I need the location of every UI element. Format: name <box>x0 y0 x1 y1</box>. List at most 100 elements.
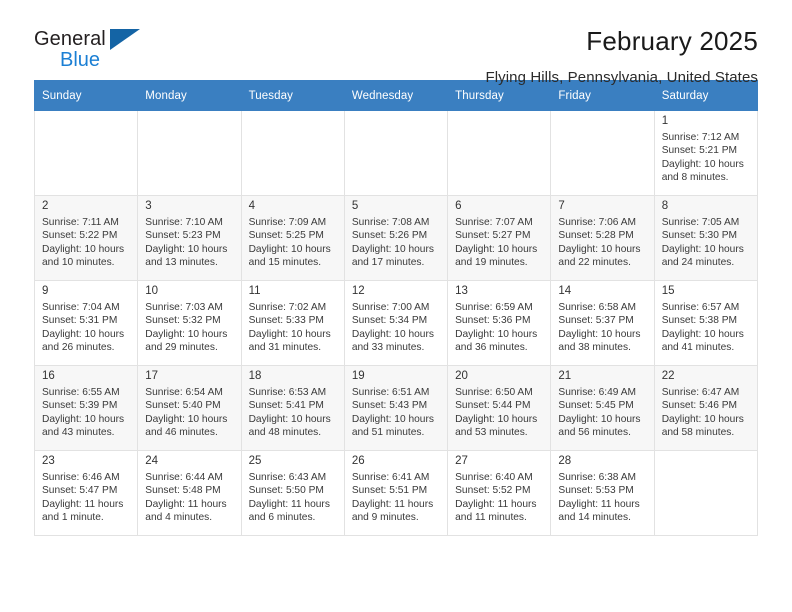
day-number: 4 <box>248 200 255 212</box>
daylight-text-line2: and 8 minutes. <box>661 172 729 184</box>
daylight-text-line1: Daylight: 10 hours <box>42 243 125 255</box>
sunset-text: Sunset: 5:23 PM <box>145 230 221 242</box>
day-details: Sunrise: 7:04 AM Sunset: 5:31 PM Daylight:… <box>35 301 137 355</box>
sunrise-text: Sunrise: 6:41 AM <box>351 472 430 483</box>
calendar-day-cell[interactable]: 25 Sunrise: 6:43 AM Sunset: 5:50 PM Dayligh… <box>240 450 345 536</box>
calendar-day-cell[interactable]: 13 Sunrise: 6:59 AM Sunset: 5:36 PM Dayligh… <box>447 280 552 366</box>
day-details: Sunrise: 6:55 AM Sunset: 5:39 PM Daylight:… <box>35 386 137 440</box>
calendar-day-cell[interactable]: 4 Sunrise: 7:09 AM Sunset: 5:25 PM Daylight… <box>240 195 345 281</box>
calendar-day-cell[interactable]: 6 Sunrise: 7:07 AM Sunset: 5:27 PM Daylight… <box>447 195 552 281</box>
daylight-text-line2: and 26 minutes. <box>42 342 115 354</box>
day-number: 26 <box>351 455 365 467</box>
day-details: Sunrise: 6:40 AM Sunset: 5:52 PM Daylight:… <box>448 471 550 525</box>
daylight-text-line2: and 17 minutes. <box>351 257 425 269</box>
daylight-text-line1: Daylight: 10 hours <box>661 328 744 340</box>
calendar-day-cell[interactable]: 9 Sunrise: 7:04 AM Sunset: 5:31 PM Daylight… <box>33 280 139 366</box>
day-details: Sunrise: 6:58 AM Sunset: 5:37 PM Daylight:… <box>551 301 653 355</box>
day-details: Sunrise: 6:41 AM Sunset: 5:51 PM Daylight:… <box>345 471 447 525</box>
calendar-day-cell[interactable]: 7 Sunrise: 7:06 AM Sunset: 5:28 PM Daylight… <box>550 195 655 281</box>
brand-name-blue: Blue <box>60 49 101 71</box>
sunset-text: Sunset: 5:50 PM <box>248 485 324 497</box>
calendar-day-cell[interactable]: 19 Sunrise: 6:51 AM Sunset: 5:43 PM Dayligh… <box>343 365 449 451</box>
daylight-text-line1: Daylight: 11 hours <box>351 498 434 510</box>
calendar-empty-cell <box>137 110 242 196</box>
daylight-text-line2: and 53 minutes. <box>455 427 528 439</box>
sunset-text: Sunset: 5:22 PM <box>42 230 118 242</box>
daylight-text-line2: and 29 minutes. <box>145 342 218 354</box>
sunset-text: Sunset: 5:27 PM <box>455 230 531 242</box>
daylight-text-line1: Daylight: 11 hours <box>558 498 640 510</box>
weekday-header-tuesday: Tuesday <box>240 80 345 111</box>
calendar-day-cell[interactable]: 5 Sunrise: 7:08 AM Sunset: 5:26 PM Daylight… <box>343 195 449 281</box>
calendar-day-cell[interactable]: 24 Sunrise: 6:44 AM Sunset: 5:48 PM Dayligh… <box>137 450 242 536</box>
day-details: Sunrise: 7:07 AM Sunset: 5:27 PM Daylight:… <box>448 216 550 270</box>
daylight-text-line1: Daylight: 10 hours <box>248 243 331 255</box>
calendar-day-cell[interactable]: 10 Sunrise: 7:03 AM Sunset: 5:32 PM Dayligh… <box>137 280 242 366</box>
brand-logo[interactable]: General Blue <box>34 26 204 71</box>
calendar-week-row: 9 Sunrise: 7:04 AM Sunset: 5:31 PM Daylight… <box>33 280 759 366</box>
sunset-text: Sunset: 5:53 PM <box>558 485 634 497</box>
calendar-body: 1 Sunrise: 7:12 AM Sunset: 5:21 PM Daylight… <box>33 110 759 536</box>
day-number: 5 <box>351 200 359 212</box>
sunrise-text: Sunrise: 6:59 AM <box>455 302 533 313</box>
calendar-day-cell[interactable]: 26 Sunrise: 6:41 AM Sunset: 5:51 PM Dayligh… <box>343 450 449 536</box>
sunset-text: Sunset: 5:31 PM <box>42 315 118 327</box>
calendar-day-cell[interactable]: 12 Sunrise: 7:00 AM Sunset: 5:34 PM Dayligh… <box>343 280 449 366</box>
day-details: Sunrise: 7:10 AM Sunset: 5:23 PM Daylight:… <box>138 216 240 270</box>
day-details: Sunrise: 7:03 AM Sunset: 5:32 PM Daylight:… <box>138 301 240 355</box>
sunset-text: Sunset: 5:33 PM <box>248 315 324 327</box>
day-number: 21 <box>558 370 572 382</box>
day-number: 22 <box>661 370 675 382</box>
day-details: Sunrise: 6:57 AM Sunset: 5:38 PM Daylight:… <box>655 301 757 355</box>
sunrise-text: Sunrise: 7:12 AM <box>661 132 740 143</box>
sunrise-text: Sunrise: 6:51 AM <box>351 387 430 398</box>
calendar-day-cell[interactable]: 18 Sunrise: 6:53 AM Sunset: 5:41 PM Dayligh… <box>240 365 345 451</box>
calendar-day-cell[interactable]: 1 Sunrise: 7:12 AM Sunset: 5:21 PM Daylight… <box>653 110 759 196</box>
calendar-empty-cell <box>240 110 345 196</box>
daylight-text-line2: and 41 minutes. <box>661 342 735 354</box>
sunrise-text: Sunrise: 6:49 AM <box>558 387 636 398</box>
sunrise-text: Sunrise: 6:57 AM <box>661 302 740 313</box>
calendar-day-cell[interactable]: 2 Sunrise: 7:11 AM Sunset: 5:22 PM Daylight… <box>33 195 139 281</box>
sunset-text: Sunset: 5:43 PM <box>351 400 428 412</box>
sunset-text: Sunset: 5:44 PM <box>455 400 531 412</box>
day-number: 19 <box>351 370 365 382</box>
daylight-text-line2: and 36 minutes. <box>455 342 528 354</box>
daylight-text-line2: and 46 minutes. <box>145 427 218 439</box>
calendar-day-cell[interactable]: 11 Sunrise: 7:02 AM Sunset: 5:33 PM Dayligh… <box>240 280 345 366</box>
sunset-text: Sunset: 5:21 PM <box>661 145 738 157</box>
day-number: 24 <box>145 455 159 467</box>
calendar-day-cell[interactable]: 20 Sunrise: 6:50 AM Sunset: 5:44 PM Dayligh… <box>447 365 552 451</box>
sunrise-text: Sunrise: 7:10 AM <box>145 217 223 228</box>
sunrise-text: Sunrise: 6:58 AM <box>558 302 636 313</box>
calendar-page: General Blue February 2025 Flying Hills,… <box>0 0 792 612</box>
daylight-text-line2: and 33 minutes. <box>351 342 425 354</box>
sunrise-text: Sunrise: 7:05 AM <box>661 217 740 228</box>
calendar-day-cell[interactable]: 17 Sunrise: 6:54 AM Sunset: 5:40 PM Dayligh… <box>137 365 242 451</box>
daylight-text-line1: Daylight: 10 hours <box>145 413 228 425</box>
day-number: 13 <box>455 285 468 297</box>
calendar-day-cell[interactable]: 23 Sunrise: 6:46 AM Sunset: 5:47 PM Dayligh… <box>33 450 139 536</box>
calendar-day-cell[interactable]: 14 Sunrise: 6:58 AM Sunset: 5:37 PM Dayligh… <box>550 280 655 366</box>
day-number: 3 <box>145 200 152 212</box>
sunrise-text: Sunrise: 7:02 AM <box>248 302 327 313</box>
sunset-text: Sunset: 5:48 PM <box>145 485 221 497</box>
day-details: Sunrise: 6:44 AM Sunset: 5:48 PM Daylight:… <box>138 471 240 525</box>
calendar-day-cell[interactable]: 8 Sunrise: 7:05 AM Sunset: 5:30 PM Daylight… <box>653 195 759 281</box>
calendar-day-cell[interactable]: 27 Sunrise: 6:40 AM Sunset: 5:52 PM Dayligh… <box>447 450 552 536</box>
calendar-day-cell[interactable]: 21 Sunrise: 6:49 AM Sunset: 5:45 PM Dayligh… <box>550 365 655 451</box>
sunset-text: Sunset: 5:30 PM <box>661 230 738 242</box>
daylight-text-line2: and 38 minutes. <box>558 342 631 354</box>
calendar-day-cell[interactable]: 16 Sunrise: 6:55 AM Sunset: 5:39 PM Dayligh… <box>33 365 139 451</box>
calendar-day-cell[interactable]: 22 Sunrise: 6:47 AM Sunset: 5:46 PM Dayligh… <box>653 365 759 451</box>
day-number: 27 <box>455 455 468 467</box>
calendar-day-cell[interactable]: 15 Sunrise: 6:57 AM Sunset: 5:38 PM Dayligh… <box>653 280 759 366</box>
day-number: 12 <box>351 285 365 297</box>
calendar-day-cell[interactable]: 28 Sunrise: 6:38 AM Sunset: 5:53 PM Dayligh… <box>550 450 655 536</box>
calendar-empty-cell <box>343 110 449 196</box>
calendar-day-cell[interactable]: 3 Sunrise: 7:10 AM Sunset: 5:23 PM Daylight… <box>137 195 242 281</box>
brand-triangle-icon <box>110 29 140 50</box>
daylight-text-line2: and 10 minutes. <box>42 257 115 269</box>
title-block: February 2025 Flying Hills, Pennsylvania… <box>485 26 758 88</box>
day-number: 25 <box>248 455 262 467</box>
